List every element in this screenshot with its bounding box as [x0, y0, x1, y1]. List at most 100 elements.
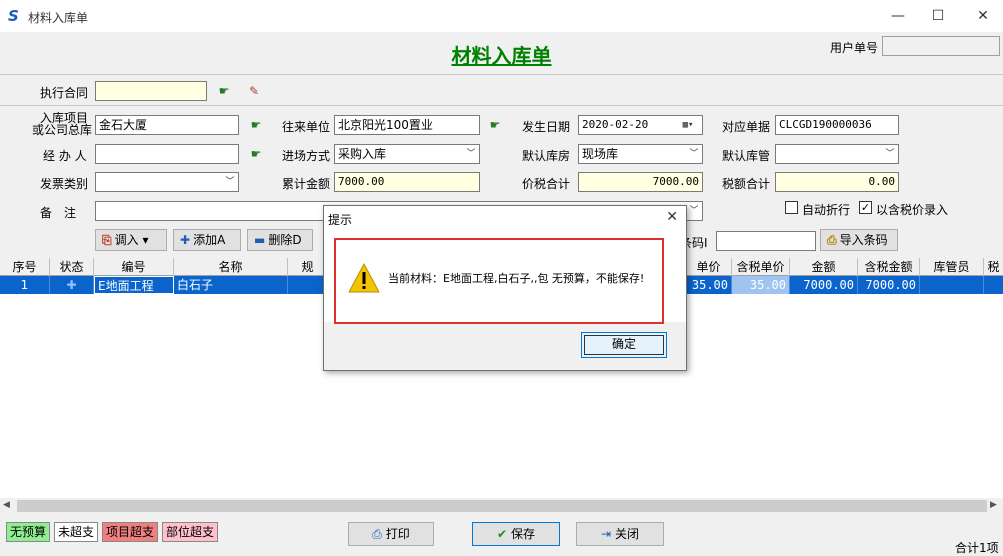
cell-seq[interactable]: 1 [0, 276, 50, 294]
import-barcode-label: 导入条码 [839, 233, 888, 247]
col-amount[interactable]: 金额 [790, 258, 858, 276]
cell-code[interactable]: E地面工程 [94, 276, 174, 294]
tax-total-label: 价税合计 [522, 177, 571, 191]
minus-icon: ▬ [254, 233, 266, 247]
import-barcode-button[interactable]: ⎙ 导入条码 [820, 229, 898, 251]
save-button-label: 保存 [510, 527, 535, 541]
import-button[interactable]: ⎘ 调入 ▾ [95, 229, 167, 251]
add-button-label: 添加A [193, 233, 226, 247]
scrollbar-thumb[interactable] [17, 500, 987, 512]
contract-input[interactable] [95, 81, 207, 101]
col-seq[interactable]: 序号 [0, 258, 50, 276]
cell-price[interactable]: 35.00 [686, 276, 732, 294]
col-status[interactable]: 状态 [50, 258, 94, 276]
dialog-body: 当前材料：E地面工程,白石子,,包 无预算，不能保存! [324, 230, 686, 324]
legend-no-budget: 无预算 [6, 522, 51, 542]
add-button[interactable]: ✚ 添加A [173, 229, 241, 251]
plus-icon: ✚ [180, 233, 191, 247]
cell-keeper[interactable] [920, 276, 984, 294]
import-icon: ⎘ [102, 233, 112, 247]
keeper-select[interactable]: ﹀ [775, 144, 899, 164]
handler-picker-icon[interactable]: ☛ [248, 146, 264, 162]
ok-button[interactable]: 确定 [581, 332, 667, 358]
exit-door-icon: ⇥ [601, 527, 612, 541]
col-tax-amount[interactable]: 含税金额 [858, 258, 920, 276]
print-button-label: 打印 [385, 527, 410, 541]
chevron-down-icon[interactable]: ﹀ [222, 173, 238, 191]
scroll-right-icon[interactable]: ▶ [990, 500, 997, 510]
print-button[interactable]: ⎙ 打印 [348, 522, 434, 546]
invoice-type-select[interactable]: ﹀ [95, 172, 239, 192]
keeper-label: 默认库管 [722, 149, 771, 163]
handler-label: 经 办 人 [43, 149, 87, 163]
delete-button[interactable]: ▬ 删除D [247, 229, 313, 251]
entry-method-value: 采购入库 [338, 147, 387, 161]
project-label: 入库项目 或公司总库 [32, 112, 92, 136]
scroll-left-icon[interactable]: ◀ [3, 500, 10, 510]
dialog-close-icon[interactable]: ✕ [666, 209, 678, 225]
col-tax-price[interactable]: 含税单价 [732, 258, 790, 276]
minimize-icon[interactable]: — [888, 6, 908, 26]
close-button-label: 关闭 [614, 527, 639, 541]
alert-dialog: 提示 ✕ 当前材料：E地面工程,白石子,,包 无预算，不能保存! 确定 [323, 205, 687, 371]
entry-method-label: 进场方式 [282, 149, 331, 163]
row-count: 合计1项 [955, 541, 999, 555]
cell-tax-price[interactable]: 35.00 [732, 276, 790, 294]
tax-total-field: 7000.00 [578, 172, 703, 192]
legend-dept-over: 部位超支 [162, 522, 219, 542]
delete-button-label: 删除D [268, 233, 302, 247]
tax-price-checkbox[interactable]: ✓ [859, 201, 872, 214]
partner-input[interactable]: 北京阳光100置业 [334, 115, 480, 135]
calendar-dropdown-icon[interactable]: ▦▾ [674, 116, 702, 134]
project-input[interactable]: 金石大厦 [95, 115, 239, 135]
cell-tax-amount[interactable]: 7000.00 [858, 276, 920, 294]
check-icon: ✔ [497, 527, 508, 541]
col-keeper[interactable]: 库管员 [920, 258, 984, 276]
auto-discount-checkbox[interactable] [785, 201, 798, 214]
maximize-icon[interactable]: ☐ [928, 6, 948, 26]
close-icon[interactable]: ✕ [973, 6, 993, 26]
user-number-label: 用户单号 [830, 41, 879, 55]
save-button[interactable]: ✔ 保存 [472, 522, 560, 546]
col-name[interactable]: 名称 [174, 258, 288, 276]
chevron-down-icon[interactable]: ﹀ [882, 145, 898, 163]
warehouse-value: 现场库 [582, 147, 619, 161]
ref-doc-input[interactable]: CLCGD190000036 [775, 115, 899, 135]
form-title-text: 材料入库单 [451, 44, 552, 68]
pointer-picker-icon[interactable]: ☛ [216, 83, 232, 99]
partner-picker-icon[interactable]: ☛ [487, 117, 503, 133]
chevron-down-icon[interactable]: ﹀ [463, 145, 479, 163]
user-number-field[interactable] [882, 36, 1000, 56]
total-amount-field: 7000.00 [334, 172, 480, 192]
cell-name[interactable]: 白石子 [174, 276, 288, 294]
warehouse-select[interactable]: 现场库 ﹀ [578, 144, 703, 164]
col-spec[interactable]: 规 [288, 258, 328, 276]
window-title: 材料入库单 [28, 11, 89, 25]
col-price[interactable]: 单价 [686, 258, 732, 276]
import-button-label: 调入 [114, 233, 139, 247]
dialog-title-bar: 提示 ✕ [324, 206, 686, 230]
barcode-input[interactable] [716, 231, 816, 251]
dialog-title: 提示 [328, 213, 353, 227]
date-picker[interactable]: 2020-02-20 ▦▾ [578, 115, 703, 135]
project-picker-icon[interactable]: ☛ [248, 117, 264, 133]
auto-discount-label: 自动折行 [802, 203, 851, 217]
cell-spec[interactable] [288, 276, 324, 294]
contract-label: 执行合同 [40, 86, 89, 100]
close-button[interactable]: ⇥ 关闭 [576, 522, 664, 546]
date-value: 2020-02-20 [582, 118, 649, 131]
dialog-message: 当前材料：E地面工程,白石子,,包 无预算，不能保存! [388, 272, 645, 285]
handler-input[interactable] [95, 144, 239, 164]
chevron-down-icon[interactable]: ﹀ [686, 202, 702, 220]
status-plus-icon[interactable]: ✚ [50, 276, 94, 294]
legend-project-over: 项目超支 [102, 522, 159, 542]
chevron-down-icon[interactable]: ﹀ [686, 145, 702, 163]
col-code[interactable]: 编号 [94, 258, 174, 276]
entry-method-select[interactable]: 采购入库 ﹀ [334, 144, 480, 164]
date-label: 发生日期 [522, 120, 571, 134]
cell-amount[interactable]: 7000.00 [790, 276, 858, 294]
printer-icon: ⎙ [372, 527, 382, 541]
tax-amount-field: 0.00 [775, 172, 899, 192]
col-extra[interactable]: 税 [984, 258, 1003, 276]
brush-icon[interactable]: ✎ [246, 83, 262, 99]
